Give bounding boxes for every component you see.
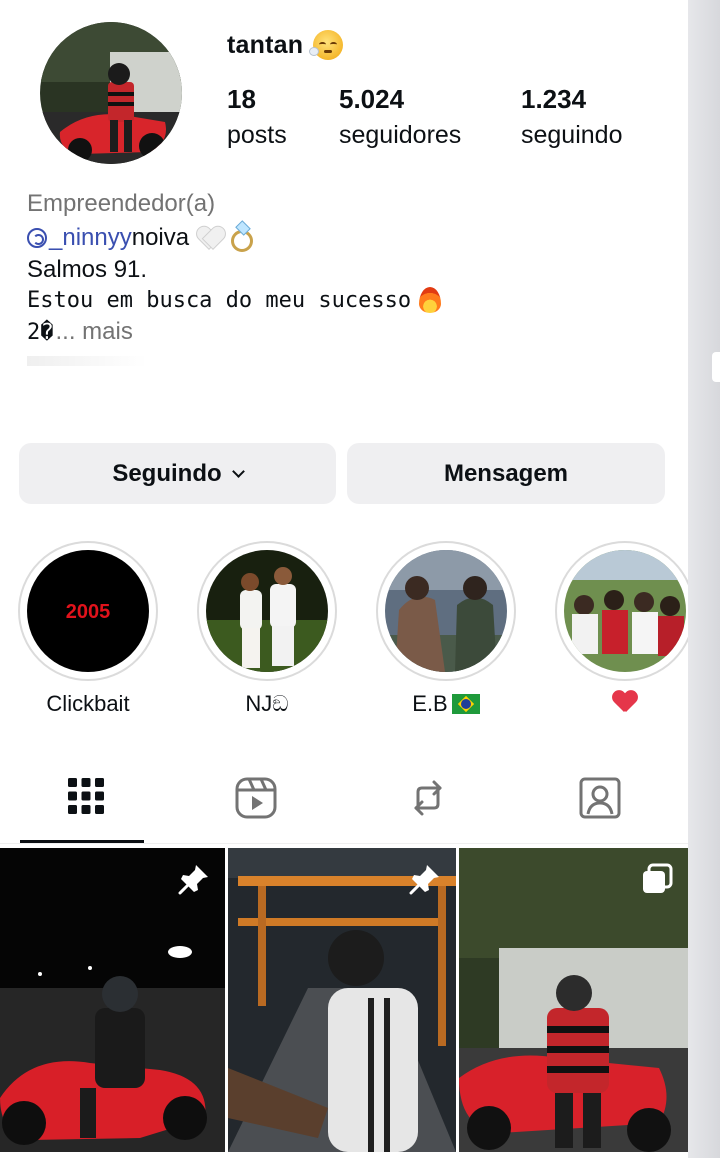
tab-posts-grid[interactable] [0, 760, 172, 844]
pin-icon [409, 865, 439, 895]
pin-icon [178, 865, 208, 895]
avatar[interactable] [40, 22, 182, 164]
message-button-label: Mensagem [443, 459, 569, 487]
bio-line-truncated: 2� ... mais [27, 318, 133, 346]
white-heart-icon [197, 227, 223, 249]
following-label: seguindo [521, 121, 623, 149]
bio-psalm-text: Salmos 91. [27, 256, 148, 283]
highlight-heart[interactable] [555, 541, 688, 713]
message-button[interactable]: Mensagem [347, 443, 665, 504]
highlight-ring [555, 541, 688, 681]
following-count: 1.234 [521, 84, 587, 114]
posts-label: posts [227, 121, 287, 149]
reels-icon [235, 777, 277, 819]
highlight-ring [197, 541, 337, 681]
highlight-clickbait[interactable]: 2005 Clickbait [18, 541, 158, 717]
username-row: tantan [227, 30, 344, 60]
bio-truncated-text: 2� [27, 319, 54, 345]
highlight-cover-text: 2005 [66, 601, 111, 623]
fire-icon [419, 287, 442, 313]
tagged-user-icon [579, 777, 621, 819]
highlight-ring [376, 541, 516, 681]
following-button[interactable]: Seguindo [19, 443, 336, 504]
bio-line-success: Estou em busca do meu sucesso [27, 287, 442, 313]
carousel-icon [643, 863, 673, 893]
following-button-label: Seguindo [112, 459, 222, 487]
threads-mention-link[interactable]: _ninnyy [27, 224, 132, 252]
grid-icon [68, 778, 104, 814]
highlight-cover [385, 550, 507, 672]
threads-icon [27, 228, 47, 248]
ring-icon [231, 230, 254, 252]
brazil-flag-icon [451, 694, 480, 714]
posts-count: 18 [227, 84, 256, 114]
post-tile[interactable] [459, 848, 688, 1152]
followers-stat[interactable]: 5.024 seguidores [339, 84, 461, 150]
scrollbar-track[interactable] [688, 0, 720, 1158]
highlight-label: Clickbait [46, 691, 130, 716]
highlight-label: E.B [376, 691, 516, 717]
tab-reels[interactable] [170, 760, 342, 844]
repost-icon [414, 780, 442, 816]
tab-reposts[interactable] [342, 760, 514, 844]
followers-label: seguidores [339, 121, 462, 149]
highlight-label [555, 691, 688, 713]
mention-username: _ninnyy [49, 224, 132, 251]
tab-divider [0, 843, 688, 844]
highlight-nj[interactable]: NJඞ [197, 541, 337, 717]
bio-noiva-text: noiva [131, 224, 190, 251]
highlight-cover [206, 550, 328, 672]
highlight-label: NJඞ [245, 691, 289, 716]
red-heart-icon [612, 691, 638, 713]
face-exhaling-emoji-icon [309, 30, 344, 60]
username: tantan [227, 30, 304, 59]
posts-stat[interactable]: 18 posts [227, 84, 287, 150]
chevron-down-icon [231, 464, 245, 478]
highlight-ring: 2005 [18, 541, 158, 681]
tab-tagged[interactable] [514, 760, 686, 844]
scrollbar-thumb[interactable] [712, 352, 720, 382]
profile-page: tantan 18 posts 5.024 seguidores 1.234 s… [0, 0, 688, 1158]
highlight-cover: 2005 [27, 550, 149, 672]
bio-success-text: Estou em busca do meu sucesso [27, 287, 412, 313]
highlight-eb[interactable]: E.B [376, 541, 516, 717]
category-label: Empreendedor(a) [27, 190, 216, 217]
followers-count: 5.024 [339, 84, 405, 114]
bio-line-mention: _ninnyy noiva [27, 224, 254, 252]
bio-line-psalm: Salmos 91. [27, 256, 147, 284]
bio-faded-line [27, 356, 147, 366]
highlight-cover [564, 550, 686, 672]
post-tile[interactable] [228, 848, 456, 1152]
more-link[interactable]: ... mais [56, 318, 133, 346]
following-stat[interactable]: 1.234 seguindo [521, 84, 622, 150]
post-tile[interactable] [0, 848, 225, 1152]
highlight-label-text: E.B [412, 691, 448, 716]
